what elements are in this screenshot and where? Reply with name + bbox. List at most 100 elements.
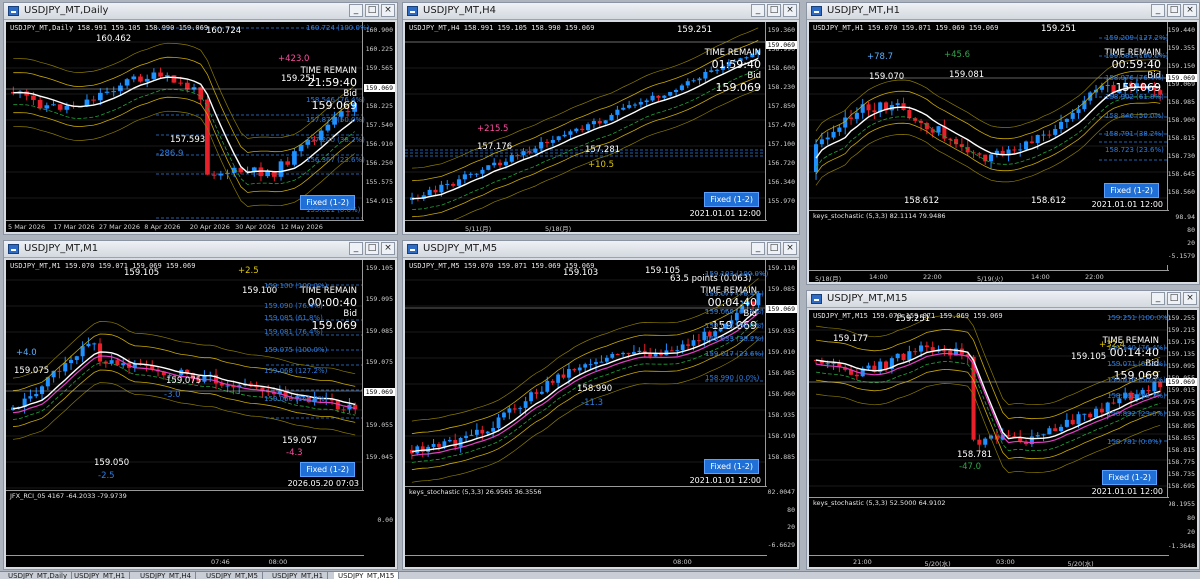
chart-window-h1[interactable]: USDJPY_MT,H1 _ □ × USDJPY_MT,H1 159.070 15… [806, 2, 1200, 285]
window-titlebar[interactable]: USDJPY_MT,H1 _ □ × [807, 3, 1199, 20]
fixed-button[interactable]: Fixed (1-2) [1102, 470, 1157, 485]
candle-body [1111, 402, 1116, 404]
chart-icon [811, 6, 822, 16]
fixed-button[interactable]: Fixed (1-2) [704, 459, 759, 474]
stochastic-panel[interactable]: keys_stochastic (5,3,3) 52.5000 64.9102 [809, 497, 1169, 556]
minimize-button[interactable]: _ [1151, 292, 1165, 305]
timestamp: 2021.01.01 12:00 [689, 476, 761, 485]
maximize-button[interactable]: □ [767, 4, 781, 17]
time-tick-label: 08:00 [673, 558, 692, 566]
close-button[interactable]: × [1183, 292, 1197, 305]
close-button[interactable]: × [381, 4, 395, 17]
candle-body [662, 95, 667, 98]
price-scale[interactable]: 159.360 158.990 158.600 158.230 157.850 157.4… [765, 22, 797, 232]
fib-level-label: 159.033 (38.2%) [705, 335, 764, 343]
fib-level-label: 159.103 (100.0%) [705, 270, 769, 278]
bid-label: Bid [747, 71, 761, 81]
time-scale[interactable]: 5/18(月) 14:00 22:00 5/19(火) 14:00 22:00 [809, 270, 1169, 282]
minimize-button[interactable]: _ [349, 242, 363, 255]
candle-body [442, 441, 447, 447]
price-tick-label: 155.970 [767, 197, 795, 205]
maximize-button[interactable]: □ [365, 242, 379, 255]
candle-body [895, 103, 900, 105]
chart-tab[interactable]: USDJPY_MT,M15 [334, 572, 400, 579]
price-chart[interactable]: USDJPY_MT,M5 159.070 159.071 159.069 159… [405, 260, 797, 567]
candle-body [64, 105, 70, 110]
window-titlebar[interactable]: USDJPY_MT,M15 _ □ × [807, 291, 1199, 308]
rci-panel[interactable]: JFX_RCI_05 4167 -64.2033 -79.9739 [6, 490, 364, 558]
stochastic-panel[interactable]: keys_stochastic (5,3,3) 26.9565 36.3556 [405, 486, 767, 558]
price-tick-label: 159.095 [365, 295, 393, 304]
chart-tab[interactable]: USDJPY_MT,H4 [136, 572, 197, 579]
candle-body [866, 365, 871, 369]
candle-body [496, 417, 501, 429]
candle-body [178, 82, 183, 84]
candle-body [556, 374, 561, 383]
chart-annotation-label: 157.176 [477, 142, 513, 152]
fixed-button[interactable]: Fixed (1-2) [704, 192, 759, 207]
window-titlebar[interactable]: USDJPY_MT,Daily _ □ × [4, 3, 397, 20]
time-tick-label: 5/18(月) [815, 275, 842, 282]
candle-body [1070, 112, 1075, 119]
chart-tab[interactable]: USDJPY_MT,M5 [202, 572, 263, 579]
candle-body [523, 401, 528, 408]
maximize-button[interactable]: □ [767, 242, 781, 255]
fib-level-label: 160.724 (100.0%) [306, 24, 370, 32]
chart-window-m15[interactable]: USDJPY_MT,M15 _ □ × USDJPY_MT,M15 159.070 … [806, 290, 1200, 570]
window-titlebar[interactable]: USDJPY_MT,M5 _ □ × [403, 241, 799, 258]
price-chart[interactable]: USDJPY_MT,Daily 158.991 159.105 158.990 … [6, 22, 395, 232]
time-scale[interactable]: 07:46 08:00 [6, 555, 364, 567]
candle-body [1076, 414, 1081, 425]
candle-body [572, 369, 577, 371]
timestamp: 2021.01.01 12:00 [1091, 487, 1163, 496]
chart-window-h4[interactable]: USDJPY_MT,H4 _ □ × USDJPY_MT,H4 158.991 15… [402, 2, 800, 235]
price-chart[interactable]: USDJPY_MT,M15 159.070 159.071 159.069 15… [809, 310, 1197, 567]
chart-tab[interactable]: USDJPY_MT,Daily [4, 572, 73, 579]
candle-body [158, 72, 163, 77]
candle-body [1094, 408, 1099, 418]
time-scale[interactable]: 21:00 5/20(水) 03:00 5/20(水) [809, 555, 1169, 567]
fib-level-label: 159.046 (50.0%) [705, 322, 764, 330]
time-scale[interactable]: 5/11(月) 5/18(月) [405, 220, 767, 232]
minimize-button[interactable]: _ [751, 242, 765, 255]
candle-body [1041, 434, 1046, 436]
window-titlebar[interactable]: USDJPY_MT,H4 _ □ × [403, 3, 799, 20]
maximize-button[interactable]: □ [365, 4, 379, 17]
price-scale[interactable]: 159.255 159.215 159.175 159.135 159.095 159.0… [1165, 310, 1197, 567]
price-tick-label: 156.720 [767, 159, 795, 167]
fib-level-label: 159.140 (76.4%) [1107, 344, 1166, 352]
minimize-button[interactable]: _ [349, 4, 363, 17]
chart-window-daily[interactable]: USDJPY_MT,Daily _ □ × USDJPY_MT,Daily 158.… [3, 2, 398, 235]
minimize-button[interactable]: _ [751, 4, 765, 17]
price-tick-label: 158.960 [767, 390, 795, 398]
fixed-button[interactable]: Fixed (1-2) [300, 462, 355, 477]
close-button[interactable]: × [783, 4, 797, 17]
price-chart[interactable]: USDJPY_MT,M1 159.070 159.071 159.069 159… [6, 260, 395, 567]
time-scale[interactable]: 08:00 [405, 555, 767, 567]
close-button[interactable]: × [1183, 4, 1197, 17]
chart-window-m5[interactable]: USDJPY_MT,M5 _ □ × USDJPY_MT,M5 159.070 15… [402, 240, 800, 570]
maximize-button[interactable]: □ [1167, 292, 1181, 305]
symbol-info: USDJPY_MT,H4 158.991 159.105 158.990 159… [409, 24, 595, 32]
time-tick-label: 22:00 [923, 273, 942, 281]
chart-tab[interactable]: USDJPY_MT,H1 [70, 572, 131, 579]
minimize-button[interactable]: _ [1151, 4, 1165, 17]
price-scale[interactable]: 160.900160.225159.565158.895158.225157.5… [362, 22, 395, 232]
price-chart[interactable]: USDJPY_MT,H4 158.991 159.105 158.990 159… [405, 22, 797, 232]
maximize-button[interactable]: □ [1167, 4, 1181, 17]
price-scale[interactable]: 159.110159.085159.060159.035159.010158.9… [764, 260, 797, 567]
stochastic-panel[interactable]: keys_stochastic (5,3,3) 82.1114 79.9486 [809, 210, 1169, 265]
time-scale[interactable]: 5 Mar 2026 17 Mar 2026 27 Mar 2026 8 Apr 20… [6, 220, 364, 232]
price-scale[interactable]: 159.440 159.355 159.150 159.069 158.985 158.9… [1165, 22, 1197, 282]
chart-window-m1[interactable]: USDJPY_MT,M1 _ □ × USDJPY_MT,M1 159.070 15… [3, 240, 398, 570]
chart-tab[interactable]: USDJPY_MT,H1 [268, 572, 329, 579]
close-button[interactable]: × [783, 242, 797, 255]
price-chart[interactable]: USDJPY_MT,H1 159.070 159.071 159.069 159… [809, 22, 1197, 282]
window-titlebar[interactable]: USDJPY_MT,M1 _ □ × [4, 241, 397, 258]
fixed-button[interactable]: Fixed (1-2) [1104, 183, 1159, 198]
candle-body [644, 100, 649, 103]
candle-body [491, 428, 496, 432]
price-scale[interactable]: 159.105159.095159.085159.075159.065159.0… [362, 260, 395, 567]
indicator-scale-label: 98.1955 [1167, 500, 1195, 508]
close-button[interactable]: × [381, 242, 395, 255]
